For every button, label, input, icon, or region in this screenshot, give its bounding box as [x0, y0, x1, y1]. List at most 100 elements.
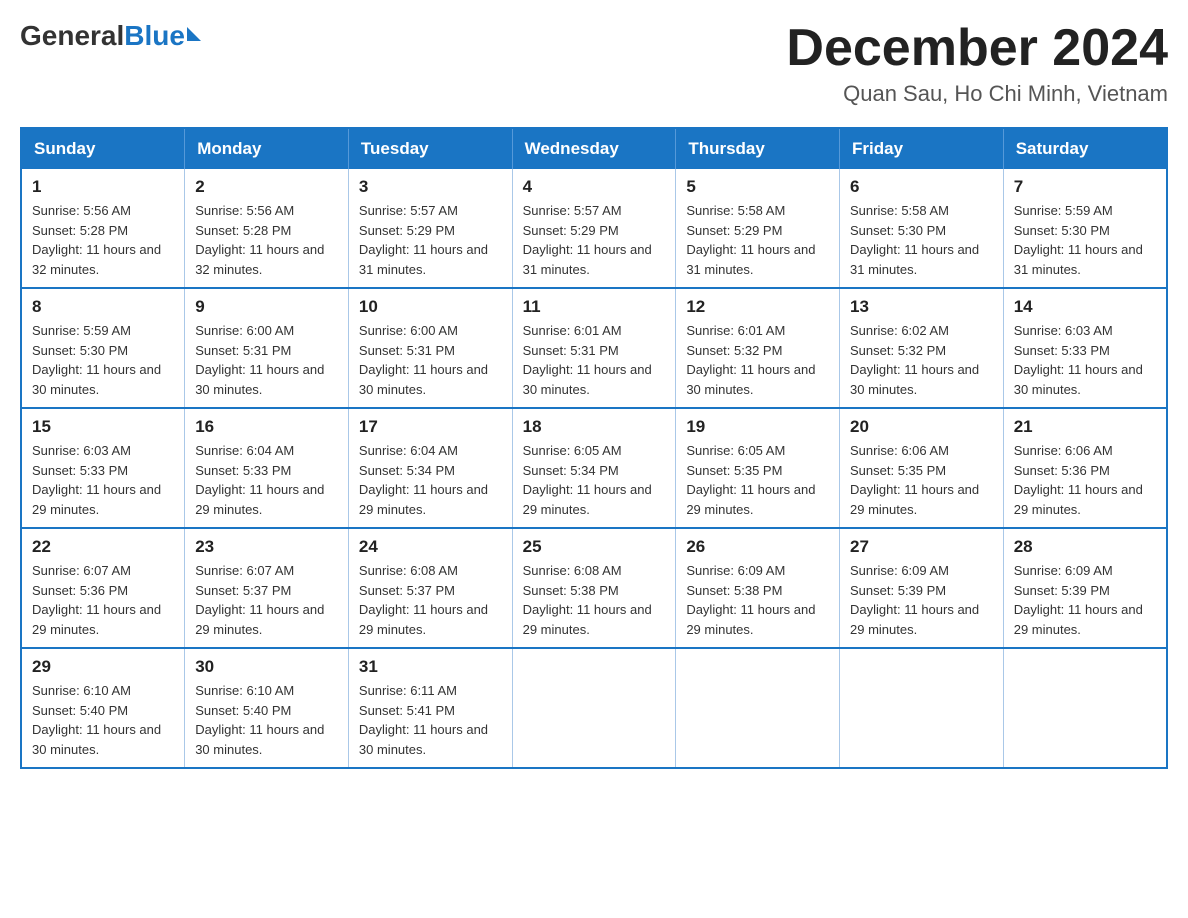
day-number: 22	[32, 537, 174, 557]
calendar-week-row: 22 Sunrise: 6:07 AM Sunset: 5:36 PM Dayl…	[21, 528, 1167, 648]
day-info: Sunrise: 5:56 AM Sunset: 5:28 PM Dayligh…	[195, 201, 338, 279]
day-number: 4	[523, 177, 666, 197]
day-number: 20	[850, 417, 993, 437]
day-number: 13	[850, 297, 993, 317]
calendar-cell: 13 Sunrise: 6:02 AM Sunset: 5:32 PM Dayl…	[840, 288, 1004, 408]
day-info: Sunrise: 6:08 AM Sunset: 5:37 PM Dayligh…	[359, 561, 502, 639]
calendar-cell: 8 Sunrise: 5:59 AM Sunset: 5:30 PM Dayli…	[21, 288, 185, 408]
calendar-cell: 22 Sunrise: 6:07 AM Sunset: 5:36 PM Dayl…	[21, 528, 185, 648]
day-of-week-header: Saturday	[1003, 128, 1167, 169]
calendar-cell: 12 Sunrise: 6:01 AM Sunset: 5:32 PM Dayl…	[676, 288, 840, 408]
day-number: 27	[850, 537, 993, 557]
calendar-week-row: 8 Sunrise: 5:59 AM Sunset: 5:30 PM Dayli…	[21, 288, 1167, 408]
calendar-cell: 11 Sunrise: 6:01 AM Sunset: 5:31 PM Dayl…	[512, 288, 676, 408]
page-header: General Blue December 2024 Quan Sau, Ho …	[20, 20, 1168, 107]
day-of-week-header: Sunday	[21, 128, 185, 169]
day-info: Sunrise: 6:10 AM Sunset: 5:40 PM Dayligh…	[195, 681, 338, 759]
day-number: 28	[1014, 537, 1156, 557]
calendar-cell: 29 Sunrise: 6:10 AM Sunset: 5:40 PM Dayl…	[21, 648, 185, 768]
calendar-cell: 19 Sunrise: 6:05 AM Sunset: 5:35 PM Dayl…	[676, 408, 840, 528]
day-of-week-header: Friday	[840, 128, 1004, 169]
calendar-header-row: SundayMondayTuesdayWednesdayThursdayFrid…	[21, 128, 1167, 169]
calendar-cell: 30 Sunrise: 6:10 AM Sunset: 5:40 PM Dayl…	[185, 648, 349, 768]
calendar-cell: 23 Sunrise: 6:07 AM Sunset: 5:37 PM Dayl…	[185, 528, 349, 648]
calendar-cell: 9 Sunrise: 6:00 AM Sunset: 5:31 PM Dayli…	[185, 288, 349, 408]
day-number: 26	[686, 537, 829, 557]
day-number: 7	[1014, 177, 1156, 197]
day-number: 2	[195, 177, 338, 197]
calendar-table: SundayMondayTuesdayWednesdayThursdayFrid…	[20, 127, 1168, 769]
day-number: 21	[1014, 417, 1156, 437]
day-number: 3	[359, 177, 502, 197]
calendar-cell: 5 Sunrise: 5:58 AM Sunset: 5:29 PM Dayli…	[676, 169, 840, 288]
day-info: Sunrise: 5:58 AM Sunset: 5:30 PM Dayligh…	[850, 201, 993, 279]
logo-triangle-icon	[187, 27, 201, 41]
calendar-cell: 26 Sunrise: 6:09 AM Sunset: 5:38 PM Dayl…	[676, 528, 840, 648]
day-number: 19	[686, 417, 829, 437]
day-info: Sunrise: 6:03 AM Sunset: 5:33 PM Dayligh…	[32, 441, 174, 519]
day-of-week-header: Thursday	[676, 128, 840, 169]
day-info: Sunrise: 5:59 AM Sunset: 5:30 PM Dayligh…	[32, 321, 174, 399]
month-title: December 2024	[786, 20, 1168, 77]
day-info: Sunrise: 6:06 AM Sunset: 5:36 PM Dayligh…	[1014, 441, 1156, 519]
day-number: 17	[359, 417, 502, 437]
calendar-cell: 21 Sunrise: 6:06 AM Sunset: 5:36 PM Dayl…	[1003, 408, 1167, 528]
location-subtitle: Quan Sau, Ho Chi Minh, Vietnam	[786, 81, 1168, 107]
calendar-cell	[840, 648, 1004, 768]
day-info: Sunrise: 6:06 AM Sunset: 5:35 PM Dayligh…	[850, 441, 993, 519]
day-info: Sunrise: 6:11 AM Sunset: 5:41 PM Dayligh…	[359, 681, 502, 759]
title-section: December 2024 Quan Sau, Ho Chi Minh, Vie…	[786, 20, 1168, 107]
day-number: 18	[523, 417, 666, 437]
day-number: 11	[523, 297, 666, 317]
calendar-week-row: 29 Sunrise: 6:10 AM Sunset: 5:40 PM Dayl…	[21, 648, 1167, 768]
day-info: Sunrise: 6:00 AM Sunset: 5:31 PM Dayligh…	[359, 321, 502, 399]
day-info: Sunrise: 6:00 AM Sunset: 5:31 PM Dayligh…	[195, 321, 338, 399]
day-info: Sunrise: 6:04 AM Sunset: 5:33 PM Dayligh…	[195, 441, 338, 519]
calendar-cell: 27 Sunrise: 6:09 AM Sunset: 5:39 PM Dayl…	[840, 528, 1004, 648]
day-number: 30	[195, 657, 338, 677]
logo: General Blue	[20, 20, 201, 52]
calendar-cell: 18 Sunrise: 6:05 AM Sunset: 5:34 PM Dayl…	[512, 408, 676, 528]
calendar-cell: 7 Sunrise: 5:59 AM Sunset: 5:30 PM Dayli…	[1003, 169, 1167, 288]
day-info: Sunrise: 6:01 AM Sunset: 5:31 PM Dayligh…	[523, 321, 666, 399]
calendar-cell: 16 Sunrise: 6:04 AM Sunset: 5:33 PM Dayl…	[185, 408, 349, 528]
day-info: Sunrise: 6:09 AM Sunset: 5:39 PM Dayligh…	[850, 561, 993, 639]
day-number: 23	[195, 537, 338, 557]
day-number: 16	[195, 417, 338, 437]
day-of-week-header: Wednesday	[512, 128, 676, 169]
day-of-week-header: Monday	[185, 128, 349, 169]
day-number: 5	[686, 177, 829, 197]
day-info: Sunrise: 6:05 AM Sunset: 5:34 PM Dayligh…	[523, 441, 666, 519]
calendar-week-row: 15 Sunrise: 6:03 AM Sunset: 5:33 PM Dayl…	[21, 408, 1167, 528]
day-number: 1	[32, 177, 174, 197]
day-info: Sunrise: 6:09 AM Sunset: 5:39 PM Dayligh…	[1014, 561, 1156, 639]
calendar-cell: 20 Sunrise: 6:06 AM Sunset: 5:35 PM Dayl…	[840, 408, 1004, 528]
day-info: Sunrise: 6:01 AM Sunset: 5:32 PM Dayligh…	[686, 321, 829, 399]
calendar-cell: 17 Sunrise: 6:04 AM Sunset: 5:34 PM Dayl…	[348, 408, 512, 528]
day-info: Sunrise: 6:07 AM Sunset: 5:36 PM Dayligh…	[32, 561, 174, 639]
day-info: Sunrise: 6:04 AM Sunset: 5:34 PM Dayligh…	[359, 441, 502, 519]
day-number: 6	[850, 177, 993, 197]
calendar-cell	[676, 648, 840, 768]
calendar-cell: 10 Sunrise: 6:00 AM Sunset: 5:31 PM Dayl…	[348, 288, 512, 408]
day-number: 29	[32, 657, 174, 677]
day-number: 25	[523, 537, 666, 557]
day-info: Sunrise: 6:05 AM Sunset: 5:35 PM Dayligh…	[686, 441, 829, 519]
calendar-cell: 4 Sunrise: 5:57 AM Sunset: 5:29 PM Dayli…	[512, 169, 676, 288]
day-of-week-header: Tuesday	[348, 128, 512, 169]
day-info: Sunrise: 6:02 AM Sunset: 5:32 PM Dayligh…	[850, 321, 993, 399]
day-number: 10	[359, 297, 502, 317]
calendar-cell: 25 Sunrise: 6:08 AM Sunset: 5:38 PM Dayl…	[512, 528, 676, 648]
day-number: 24	[359, 537, 502, 557]
day-info: Sunrise: 5:59 AM Sunset: 5:30 PM Dayligh…	[1014, 201, 1156, 279]
calendar-cell: 2 Sunrise: 5:56 AM Sunset: 5:28 PM Dayli…	[185, 169, 349, 288]
calendar-week-row: 1 Sunrise: 5:56 AM Sunset: 5:28 PM Dayli…	[21, 169, 1167, 288]
day-info: Sunrise: 6:10 AM Sunset: 5:40 PM Dayligh…	[32, 681, 174, 759]
day-info: Sunrise: 6:09 AM Sunset: 5:38 PM Dayligh…	[686, 561, 829, 639]
calendar-cell: 3 Sunrise: 5:57 AM Sunset: 5:29 PM Dayli…	[348, 169, 512, 288]
day-info: Sunrise: 6:03 AM Sunset: 5:33 PM Dayligh…	[1014, 321, 1156, 399]
calendar-cell: 31 Sunrise: 6:11 AM Sunset: 5:41 PM Dayl…	[348, 648, 512, 768]
calendar-cell: 6 Sunrise: 5:58 AM Sunset: 5:30 PM Dayli…	[840, 169, 1004, 288]
day-number: 9	[195, 297, 338, 317]
day-info: Sunrise: 6:07 AM Sunset: 5:37 PM Dayligh…	[195, 561, 338, 639]
